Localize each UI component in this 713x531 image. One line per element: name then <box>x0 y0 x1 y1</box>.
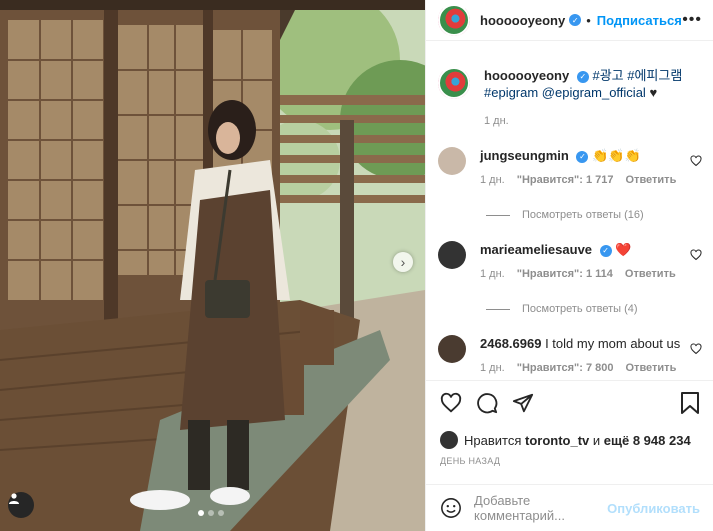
likes-prefix: Нравится <box>464 432 522 448</box>
user-tag-button[interactable] <box>8 492 34 518</box>
heart-icon[interactable] <box>690 155 702 167</box>
carousel-dot <box>218 510 224 516</box>
instagram-post: › hoooooyeony ✓ • Подписаться ••• hooooo… <box>0 0 713 531</box>
comment-time: 1 дн. <box>480 174 505 186</box>
liker-avatar <box>440 431 458 449</box>
comment-username[interactable]: marieameliesauve <box>480 242 592 257</box>
liker-username[interactable]: toronto_tv <box>525 433 589 448</box>
carousel-dot <box>198 510 204 516</box>
caption-avatar[interactable] <box>438 67 470 99</box>
carousel-dots <box>198 510 224 516</box>
author-avatar[interactable] <box>438 4 470 36</box>
comment-username[interactable]: 2468.6969 <box>480 336 541 351</box>
comment-text: I told my mom about us <box>545 336 681 351</box>
verified-badge-icon: ✓ <box>599 244 612 257</box>
caption-heart: ♥ <box>649 85 658 100</box>
view-replies-button[interactable]: Посмотреть ответы (16) <box>486 209 644 221</box>
comment-item: marieameliesauve ✓ ❤️ 1 дн. "Нравится": … <box>438 241 702 280</box>
carousel-next-button[interactable]: › <box>393 252 413 272</box>
comment-likes[interactable]: "Нравится": 1 114 <box>517 268 613 280</box>
header-separator: • <box>586 12 591 28</box>
likes-count[interactable]: ещё 8 948 234 <box>604 433 691 448</box>
commenter-avatar[interactable] <box>438 241 466 269</box>
post-sidebar: hoooooyeony ✓ • Подписаться ••• hoooooye… <box>425 0 713 531</box>
caption: hoooooyeony ✓ #광고 #에피그램 #epigram @epigra… <box>438 67 702 127</box>
comment-input[interactable]: Добавьте комментарий... <box>474 493 607 523</box>
comments-list[interactable]: hoooooyeony ✓ #광고 #에피그램 #epigram @epigra… <box>426 55 713 380</box>
replies-line <box>486 308 510 310</box>
view-replies-label[interactable]: Посмотреть ответы (4) <box>522 303 638 315</box>
comment-username[interactable]: jungseungmin <box>480 148 569 163</box>
commenter-avatar[interactable] <box>438 147 466 175</box>
add-comment-bar: Добавьте комментарий... Опубликовать <box>426 484 713 531</box>
chevron-right-icon: › <box>400 254 406 270</box>
caption-hashtags[interactable]: #광고 #에피그램 <box>592 68 682 83</box>
user-tag-icon <box>9 493 19 504</box>
view-replies-button[interactable]: Посмотреть ответы (4) <box>486 303 638 315</box>
photo-illustration <box>0 0 425 531</box>
post-header: hoooooyeony ✓ • Подписаться ••• <box>426 0 713 41</box>
share-icon[interactable] <box>512 392 534 414</box>
comment-reply-button[interactable]: Ответить <box>625 268 676 280</box>
comment-item: jungseungmin ✓ 👏👏👏 1 дн. "Нравится": 1 7… <box>438 147 702 186</box>
comment-time: 1 дн. <box>480 268 505 280</box>
comment-item: 2468.6969 I told my mom about us 1 дн. "… <box>438 335 702 374</box>
likes-middle: и <box>592 432 601 448</box>
heart-icon[interactable] <box>690 343 702 355</box>
comment-text: 👏👏👏 <box>592 148 641 163</box>
verified-badge-icon: ✓ <box>576 70 589 83</box>
commenter-avatar[interactable] <box>438 335 466 363</box>
post-photo[interactable]: › <box>0 0 425 531</box>
emoji-icon[interactable] <box>440 497 462 519</box>
post-date: День назад <box>440 456 501 466</box>
heart-icon[interactable] <box>690 249 702 261</box>
comment-likes[interactable]: "Нравится": 1 717 <box>517 174 614 186</box>
verified-badge-icon: ✓ <box>569 14 582 26</box>
comment-time: 1 дн. <box>480 362 505 374</box>
follow-button[interactable]: Подписаться <box>597 13 682 28</box>
verified-badge-icon: ✓ <box>576 150 589 163</box>
comment-text: ❤️ <box>615 242 632 257</box>
comment-reply-button[interactable]: Ответить <box>626 362 677 374</box>
post-actions <box>426 380 713 424</box>
view-replies-label[interactable]: Посмотреть ответы (16) <box>522 209 644 221</box>
more-icon[interactable]: ••• <box>682 11 702 29</box>
heart-icon[interactable] <box>440 392 462 414</box>
publish-button[interactable]: Опубликовать <box>607 501 700 516</box>
likes-summary: Нравится toronto_tv и ещё 8 948 234 <box>440 431 691 449</box>
comment-reply-button[interactable]: Ответить <box>626 174 677 186</box>
caption-tags-line[interactable]: #epigram @epigram_official <box>484 85 646 100</box>
caption-username[interactable]: hoooooyeony <box>484 68 569 83</box>
replies-line <box>486 214 510 216</box>
comment-icon[interactable] <box>476 392 498 414</box>
caption-time: 1 дн. <box>484 115 509 127</box>
bookmark-icon[interactable] <box>680 392 700 414</box>
carousel-dot <box>208 510 214 516</box>
author-username[interactable]: hoooooyeony <box>480 13 565 28</box>
comment-likes[interactable]: "Нравится": 7 800 <box>517 362 614 374</box>
